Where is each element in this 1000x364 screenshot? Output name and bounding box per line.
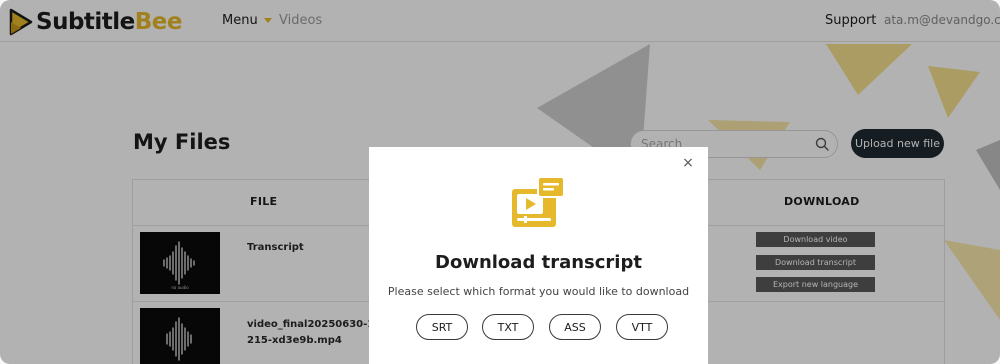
format-txt-button[interactable]: TXT [482, 314, 534, 340]
modal-description: Please select which format you would lik… [387, 285, 690, 298]
format-srt-button[interactable]: SRT [416, 314, 468, 340]
format-vtt-button[interactable]: VTT [616, 314, 668, 340]
transcript-download-icon [512, 176, 565, 227]
close-icon[interactable]: × [681, 156, 695, 170]
app-window: SubtitleBee Menu Videos Support ata.m@de… [0, 0, 1000, 364]
format-ass-button[interactable]: ASS [549, 314, 601, 340]
modal-title: Download transcript [435, 252, 642, 273]
download-transcript-modal: × Download transcript Please select whic… [369, 147, 708, 364]
